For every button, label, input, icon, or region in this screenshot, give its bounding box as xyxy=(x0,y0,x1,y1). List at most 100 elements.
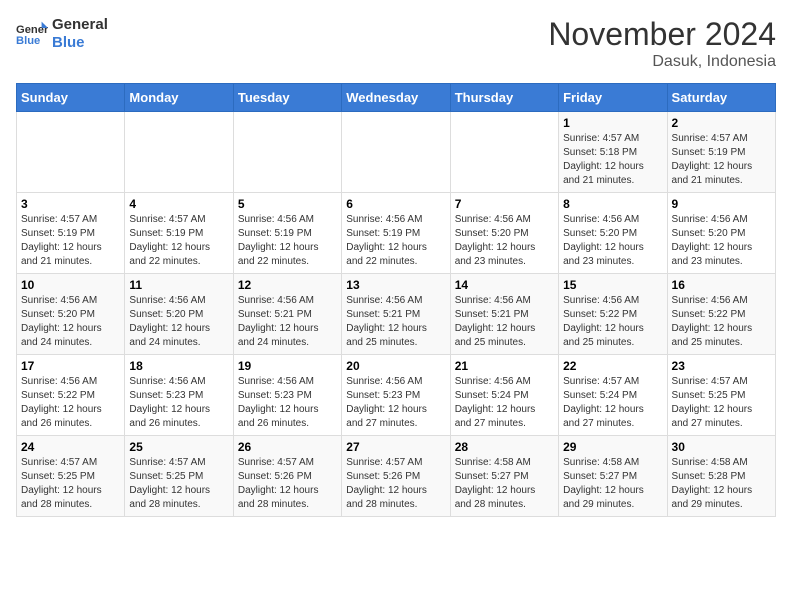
weekday-header-thursday: Thursday xyxy=(450,84,558,112)
day-info: Sunrise: 4:58 AMSunset: 5:27 PMDaylight:… xyxy=(563,456,662,512)
day-info: Sunrise: 4:56 AMSunset: 5:20 PMDaylight:… xyxy=(21,294,120,350)
calendar-cell xyxy=(450,112,558,193)
day-info: Sunrise: 4:56 AMSunset: 5:21 PMDaylight:… xyxy=(455,294,554,350)
day-info: Sunrise: 4:57 AMSunset: 5:19 PMDaylight:… xyxy=(21,213,120,269)
day-number: 9 xyxy=(672,197,771,211)
calendar-cell xyxy=(233,112,341,193)
calendar-cell: 12Sunrise: 4:56 AMSunset: 5:21 PMDayligh… xyxy=(233,274,341,355)
calendar-cell: 1 Sunrise: 4:57 AMSunset: 5:18 PMDaylight… xyxy=(559,112,667,193)
calendar-cell: 5 Sunrise: 4:56 AMSunset: 5:19 PMDaylight… xyxy=(233,193,341,274)
main-title: November 2024 xyxy=(548,16,776,53)
day-info: Sunrise: 4:56 AMSunset: 5:20 PMDaylight:… xyxy=(672,213,771,269)
day-number: 29 xyxy=(563,440,662,454)
calendar-cell: 9 Sunrise: 4:56 AMSunset: 5:20 PMDaylight… xyxy=(667,193,775,274)
calendar-cell: 6 Sunrise: 4:56 AMSunset: 5:19 PMDaylight… xyxy=(342,193,450,274)
weekday-header-monday: Monday xyxy=(125,84,233,112)
calendar-cell: 15Sunrise: 4:56 AMSunset: 5:22 PMDayligh… xyxy=(559,274,667,355)
day-number: 4 xyxy=(129,197,228,211)
weekday-header-sunday: Sunday xyxy=(17,84,125,112)
calendar-cell: 30 Sunrise: 4:58 AMSunset: 5:28 PMDayligh… xyxy=(667,436,775,517)
weekday-header-saturday: Saturday xyxy=(667,84,775,112)
day-info: Sunrise: 4:57 AMSunset: 5:25 PMDaylight:… xyxy=(672,375,771,431)
day-info: Sunrise: 4:56 AMSunset: 5:20 PMDaylight:… xyxy=(563,213,662,269)
day-number: 30 xyxy=(672,440,771,454)
calendar-header: SundayMondayTuesdayWednesdayThursdayFrid… xyxy=(17,84,776,112)
day-info: Sunrise: 4:56 AMSunset: 5:20 PMDaylight:… xyxy=(129,294,228,350)
day-number: 14 xyxy=(455,278,554,292)
day-info: Sunrise: 4:56 AMSunset: 5:23 PMDaylight:… xyxy=(238,375,337,431)
day-info: Sunrise: 4:56 AMSunset: 5:19 PMDaylight:… xyxy=(238,213,337,269)
svg-text:Blue: Blue xyxy=(16,35,40,47)
day-number: 18 xyxy=(129,359,228,373)
day-number: 17 xyxy=(21,359,120,373)
calendar-cell: 20Sunrise: 4:56 AMSunset: 5:23 PMDayligh… xyxy=(342,355,450,436)
day-number: 26 xyxy=(238,440,337,454)
day-number: 1 xyxy=(563,116,662,130)
day-info: Sunrise: 4:57 AMSunset: 5:19 PMDaylight:… xyxy=(129,213,228,269)
day-number: 3 xyxy=(21,197,120,211)
calendar-cell: 21 Sunrise: 4:56 AMSunset: 5:24 PMDayligh… xyxy=(450,355,558,436)
calendar-cell xyxy=(342,112,450,193)
day-number: 2 xyxy=(672,116,771,130)
day-info: Sunrise: 4:57 AMSunset: 5:19 PMDaylight:… xyxy=(672,132,771,188)
calendar-cell: 17Sunrise: 4:56 AMSunset: 5:22 PMDayligh… xyxy=(17,355,125,436)
calendar-cell: 13Sunrise: 4:56 AMSunset: 5:21 PMDayligh… xyxy=(342,274,450,355)
calendar-cell: 22 Sunrise: 4:57 AMSunset: 5:24 PMDayligh… xyxy=(559,355,667,436)
day-number: 21 xyxy=(455,359,554,373)
subtitle: Dasuk, Indonesia xyxy=(548,53,776,71)
calendar-cell: 28Sunrise: 4:58 AMSunset: 5:27 PMDayligh… xyxy=(450,436,558,517)
weekday-header-tuesday: Tuesday xyxy=(233,84,341,112)
day-number: 28 xyxy=(455,440,554,454)
calendar-cell: 18 Sunrise: 4:56 AMSunset: 5:23 PMDayligh… xyxy=(125,355,233,436)
day-info: Sunrise: 4:57 AMSunset: 5:26 PMDaylight:… xyxy=(346,456,445,512)
calendar-cell: 11 Sunrise: 4:56 AMSunset: 5:20 PMDayligh… xyxy=(125,274,233,355)
day-info: Sunrise: 4:56 AMSunset: 5:20 PMDaylight:… xyxy=(455,213,554,269)
calendar-cell: 23Sunrise: 4:57 AMSunset: 5:25 PMDayligh… xyxy=(667,355,775,436)
day-info: Sunrise: 4:57 AMSunset: 5:26 PMDaylight:… xyxy=(238,456,337,512)
calendar-cell: 3 Sunrise: 4:57 AMSunset: 5:19 PMDaylight… xyxy=(17,193,125,274)
logo-text-general: General xyxy=(52,16,108,34)
day-info: Sunrise: 4:57 AMSunset: 5:25 PMDaylight:… xyxy=(21,456,120,512)
day-number: 22 xyxy=(563,359,662,373)
calendar-cell: 27 Sunrise: 4:57 AMSunset: 5:26 PMDayligh… xyxy=(342,436,450,517)
day-number: 11 xyxy=(129,278,228,292)
day-number: 25 xyxy=(129,440,228,454)
day-number: 6 xyxy=(346,197,445,211)
calendar-cell: 10 Sunrise: 4:56 AMSunset: 5:20 PMDayligh… xyxy=(17,274,125,355)
day-number: 15 xyxy=(563,278,662,292)
weekday-header-wednesday: Wednesday xyxy=(342,84,450,112)
calendar-cell: 16 Sunrise: 4:56 AMSunset: 5:22 PMDayligh… xyxy=(667,274,775,355)
day-number: 24 xyxy=(21,440,120,454)
calendar-cell xyxy=(17,112,125,193)
day-info: Sunrise: 4:57 AMSunset: 5:24 PMDaylight:… xyxy=(563,375,662,431)
calendar-cell: 7 Sunrise: 4:56 AMSunset: 5:20 PMDaylight… xyxy=(450,193,558,274)
day-info: Sunrise: 4:58 AMSunset: 5:28 PMDaylight:… xyxy=(672,456,771,512)
day-number: 19 xyxy=(238,359,337,373)
logo: General Blue General Blue xyxy=(16,16,108,52)
day-info: Sunrise: 4:56 AMSunset: 5:19 PMDaylight:… xyxy=(346,213,445,269)
logo-icon: General Blue xyxy=(16,20,48,48)
day-info: Sunrise: 4:56 AMSunset: 5:23 PMDaylight:… xyxy=(129,375,228,431)
calendar-cell: 14 Sunrise: 4:56 AMSunset: 5:21 PMDayligh… xyxy=(450,274,558,355)
day-number: 5 xyxy=(238,197,337,211)
day-number: 10 xyxy=(21,278,120,292)
title-block: November 2024 Dasuk, Indonesia xyxy=(548,16,776,71)
calendar-table: SundayMondayTuesdayWednesdayThursdayFrid… xyxy=(16,83,776,517)
day-number: 16 xyxy=(672,278,771,292)
day-info: Sunrise: 4:56 AMSunset: 5:21 PMDaylight:… xyxy=(238,294,337,350)
day-info: Sunrise: 4:57 AMSunset: 5:25 PMDaylight:… xyxy=(129,456,228,512)
day-info: Sunrise: 4:56 AMSunset: 5:22 PMDaylight:… xyxy=(672,294,771,350)
day-number: 27 xyxy=(346,440,445,454)
weekday-header-friday: Friday xyxy=(559,84,667,112)
day-number: 20 xyxy=(346,359,445,373)
calendar-cell: 29 Sunrise: 4:58 AMSunset: 5:27 PMDayligh… xyxy=(559,436,667,517)
day-number: 7 xyxy=(455,197,554,211)
calendar-cell xyxy=(125,112,233,193)
calendar-cell: 2 Sunrise: 4:57 AMSunset: 5:19 PMDaylight… xyxy=(667,112,775,193)
day-info: Sunrise: 4:56 AMSunset: 5:24 PMDaylight:… xyxy=(455,375,554,431)
calendar-cell: 25 Sunrise: 4:57 AMSunset: 5:25 PMDayligh… xyxy=(125,436,233,517)
logo-text-blue: Blue xyxy=(52,34,108,52)
calendar-cell: 19 Sunrise: 4:56 AMSunset: 5:23 PMDayligh… xyxy=(233,355,341,436)
day-info: Sunrise: 4:57 AMSunset: 5:18 PMDaylight:… xyxy=(563,132,662,188)
page-header: General Blue General Blue November 2024 … xyxy=(16,16,776,71)
